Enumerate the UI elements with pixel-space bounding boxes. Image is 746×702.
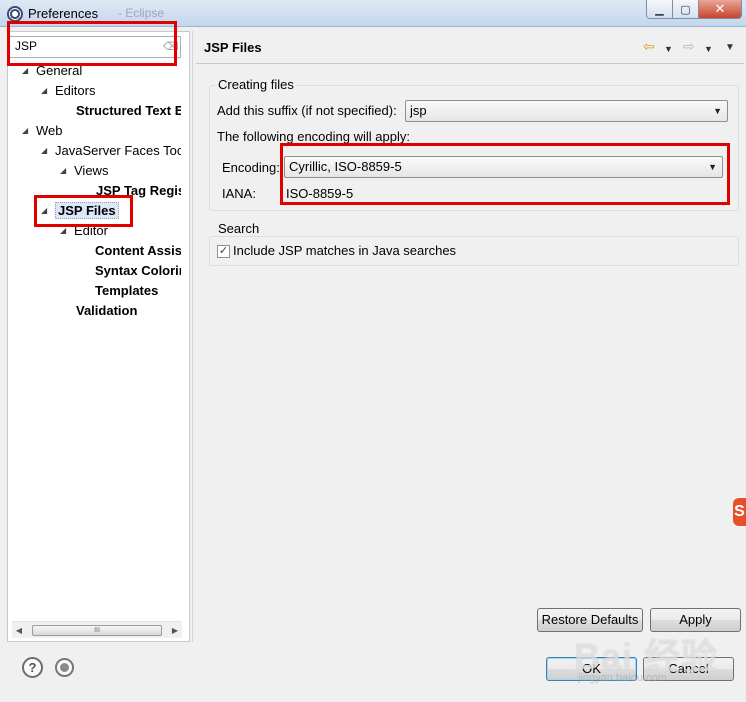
iana-label: IANA:	[222, 186, 256, 201]
eclipse-app-icon	[7, 6, 23, 22]
tree-item-syntax-coloring[interactable]: Syntax Colorin	[95, 262, 181, 280]
tree-item-views[interactable]: ◢ Views	[60, 162, 108, 180]
tree-item-jsp-files[interactable]: ◢ JSP Files	[41, 202, 119, 220]
chevron-down-icon: ▼	[713, 106, 722, 116]
filter-input[interactable]	[15, 39, 155, 53]
tree-item-general[interactable]: ◢ General	[22, 62, 82, 80]
title-divider	[196, 63, 744, 64]
expand-arrow-icon[interactable]: ◢	[22, 122, 36, 140]
tree-item-label: JSP Tag Regis	[96, 183, 181, 198]
include-jsp-matches-label: Include JSP matches in Java searches	[233, 243, 457, 258]
encoding-label: Encoding:	[222, 160, 280, 175]
expand-arrow-icon[interactable]: ◢	[60, 162, 74, 180]
scroll-left-arrow-icon[interactable]: ◀	[12, 624, 26, 637]
filter-box[interactable]: ⌫	[9, 36, 181, 58]
tree-item-label: Validation	[76, 303, 138, 318]
tree-item-label: Editor	[74, 223, 108, 238]
page-title: JSP Files	[204, 40, 262, 55]
tree-item-label: Templates	[95, 283, 159, 298]
suffix-label: Add this suffix (if not specified):	[217, 103, 397, 118]
iana-value: ISO-8859-5	[286, 186, 354, 201]
expand-arrow-icon[interactable]: ◢	[22, 62, 36, 80]
expand-arrow-icon[interactable]: ◢	[60, 222, 74, 240]
clear-filter-icon[interactable]: ⌫	[163, 41, 179, 53]
back-history-menu-icon[interactable]: ▼	[664, 41, 673, 57]
expand-arrow-icon[interactable]: ◢	[41, 202, 55, 220]
search-group-title: Search	[215, 221, 263, 236]
tree-item-label: Editors	[55, 83, 96, 98]
tree-item-jsp-tag-registry[interactable]: JSP Tag Regis	[96, 182, 181, 200]
back-arrow-icon[interactable]: ⇦	[643, 38, 655, 54]
watermark-url: jingyan.baidu.com	[578, 672, 667, 684]
tree-item-editors[interactable]: ◢ Editors	[41, 82, 95, 100]
expand-arrow-icon[interactable]: ◢	[41, 142, 55, 160]
tree-item-web[interactable]: ◢ Web	[22, 122, 63, 140]
encoding-note: The following encoding will apply:	[217, 129, 410, 144]
encoding-select[interactable]: Cyrillic, ISO-8859-5 ▼	[284, 156, 723, 178]
tree-item-templates[interactable]: Templates	[95, 282, 158, 300]
tree-item-label: JavaServer Faces Toc	[55, 143, 181, 158]
suffix-select-value: jsp	[410, 103, 427, 118]
close-button[interactable]: ✕	[698, 0, 742, 19]
creating-files-group-title: Creating files	[215, 77, 297, 92]
tree-item-label: JSP Files	[55, 202, 119, 219]
include-jsp-matches-checkbox[interactable]: ✓	[217, 245, 230, 258]
tree-item-label: Structured Text E	[76, 103, 181, 118]
chevron-down-icon: ▼	[708, 162, 717, 172]
help-icon[interactable]: ?	[22, 657, 43, 678]
scrollbar-thumb[interactable]: III	[32, 625, 162, 636]
tree-horizontal-scrollbar[interactable]: ◀ III ▶	[12, 621, 182, 638]
view-menu-icon[interactable]: ▼	[725, 40, 735, 56]
watermark-badge: S	[733, 498, 746, 526]
tree-item-label: Syntax Colorin	[95, 263, 181, 278]
import-export-preferences-icon[interactable]	[55, 658, 74, 677]
maximize-button[interactable]: ▢	[672, 0, 699, 19]
tree-item-label: Content Assis	[95, 243, 181, 258]
title-bar: Preferences - Eclipse ▁ ▢ ✕	[0, 0, 746, 27]
tree-item-editor[interactable]: ◢ Editor	[60, 222, 108, 240]
tree-item-label: Views	[74, 163, 109, 178]
tree-item-label: General	[36, 63, 83, 78]
tree-item-validation[interactable]: Validation	[76, 302, 137, 320]
window-title: Preferences	[28, 6, 99, 21]
preference-tree: ◢ General ◢ Editors Structured Text E ◢ Web…	[8, 62, 181, 622]
forward-history-menu-icon[interactable]: ▼	[704, 41, 713, 57]
encoding-select-value: Cyrillic, ISO-8859-5	[289, 159, 402, 174]
tree-item-label: Web	[36, 123, 63, 138]
tree-item-javaserver-faces-tools[interactable]: ◢ JavaServer Faces Toc	[41, 142, 181, 160]
scroll-right-arrow-icon[interactable]: ▶	[168, 624, 182, 637]
tree-item-structured-text-editors[interactable]: Structured Text E	[76, 102, 181, 120]
forward-arrow-icon[interactable]: ⇨	[683, 38, 695, 54]
expand-arrow-icon[interactable]: ◢	[41, 82, 55, 100]
tree-item-content-assist[interactable]: Content Assis	[95, 242, 181, 260]
window-title-suffix: - Eclipse	[118, 6, 165, 20]
minimize-button[interactable]: ▁	[646, 0, 673, 19]
suffix-select[interactable]: jsp ▼	[405, 100, 728, 122]
